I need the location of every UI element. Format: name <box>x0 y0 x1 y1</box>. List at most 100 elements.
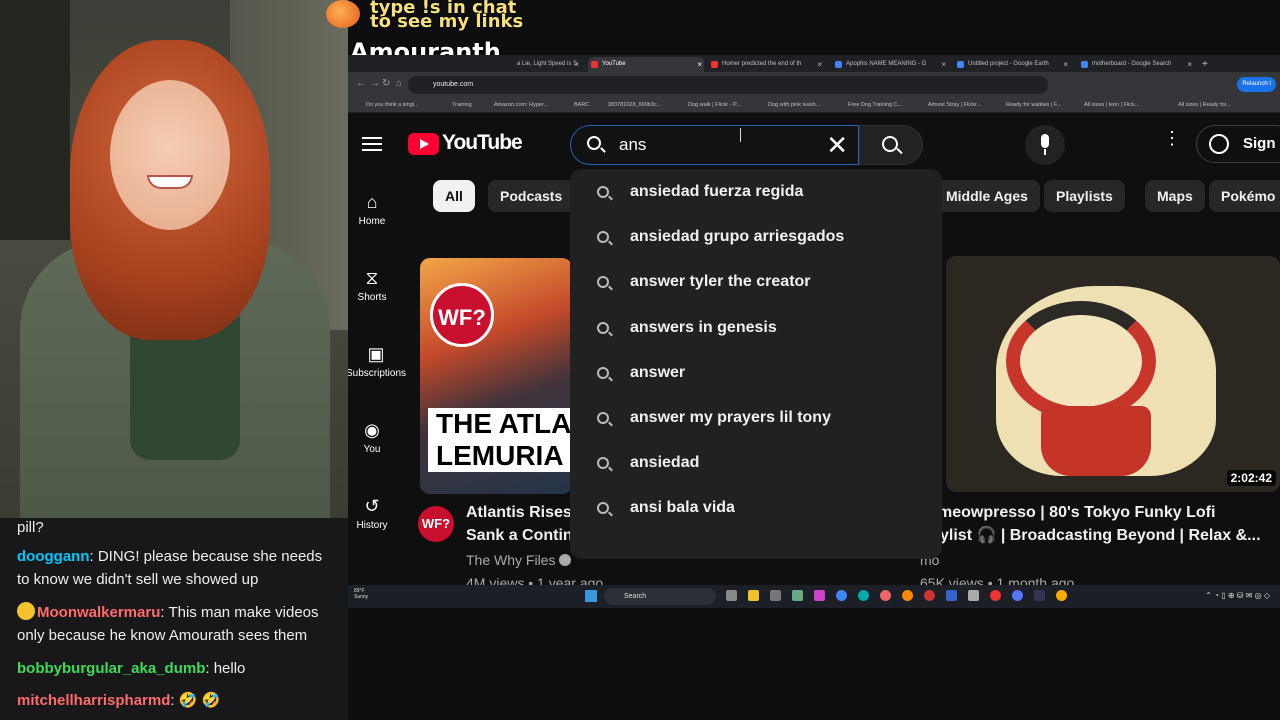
bookmark[interactable]: Almost Stray | Flickr... <box>928 98 990 113</box>
app-icon[interactable] <box>770 590 781 601</box>
file-explorer-icon[interactable] <box>748 590 759 601</box>
video-title[interactable]: meowpresso | 80's Tokyo Funky Lofi <box>938 501 1215 524</box>
forward-icon[interactable]: → <box>370 78 380 89</box>
video-title[interactable]: ylist 🎧 | Broadcasting Beyond | Relax &.… <box>940 524 1261 547</box>
search-icon <box>882 136 898 152</box>
app-icon[interactable] <box>990 590 1001 601</box>
close-tab-icon[interactable]: × <box>1187 57 1192 72</box>
app-icon[interactable] <box>814 590 825 601</box>
chat-username[interactable]: bobbyburgular_aka_dumb <box>17 660 205 677</box>
menu-icon[interactable] <box>362 137 382 151</box>
back-icon[interactable]: ← <box>356 78 366 89</box>
microphone-icon[interactable] <box>1025 125 1065 165</box>
search-input[interactable] <box>619 134 799 156</box>
suggestion-item[interactable]: ansiedad <box>570 446 942 491</box>
app-icon[interactable] <box>792 590 803 601</box>
chrome-active-icon[interactable] <box>1056 590 1067 601</box>
suggestion-item[interactable]: answer <box>570 356 942 401</box>
bookmark[interactable]: Training <box>452 98 478 113</box>
bookmark[interactable]: All sizes | Ready for... <box>1178 98 1240 113</box>
youtube-wordmark[interactable]: YouTube <box>442 131 523 155</box>
opera-icon[interactable] <box>924 590 935 601</box>
start-icon[interactable] <box>585 590 597 602</box>
edge-icon[interactable] <box>858 590 869 601</box>
reload-icon[interactable]: ↻ <box>382 78 390 89</box>
sidebar-item-history[interactable]: ↺ History <box>348 496 396 531</box>
relaunch-button[interactable]: Relaunch t <box>1237 77 1276 92</box>
close-tab-icon[interactable]: × <box>941 57 946 72</box>
app-icon[interactable] <box>1034 590 1045 601</box>
chat-message: Moonwalkermaru: This man make videos onl… <box>17 601 331 647</box>
chat-message: mitchellharrispharmd: 🤣 🤣 <box>17 689 331 712</box>
chat-username[interactable]: mitchellharrispharmd <box>17 692 170 709</box>
app-icon[interactable] <box>880 590 891 601</box>
chat-username[interactable]: dooggann <box>17 548 89 565</box>
sidebar-item-you[interactable]: ◉ You <box>348 420 396 455</box>
youtube-logo-icon[interactable] <box>408 133 439 155</box>
system-tray[interactable]: ⌃ ◔ ▯ ⊕ ⛁ ✉ ◎ ◇ <box>1205 591 1270 600</box>
video-title[interactable]: Sank a Contine <box>466 524 582 547</box>
close-tab-icon[interactable]: × <box>574 57 579 72</box>
suggestion-item[interactable]: ansiedad fuerza regida <box>570 175 942 220</box>
suggestion-item[interactable]: answer my prayers lil tony <box>570 401 942 446</box>
firefox-icon[interactable] <box>902 590 913 601</box>
chip-all[interactable]: All <box>433 180 475 212</box>
bookmark[interactable]: 383781028_669b3c... <box>608 98 670 113</box>
bookmark[interactable]: All sizes | leon | Flick... <box>1084 98 1146 113</box>
bookmark[interactable]: Ready for walkies | F... <box>1006 98 1068 113</box>
bookmark[interactable]: Free Dog Training C... <box>848 98 910 113</box>
bookmark[interactable]: Dog with pink leash... <box>768 98 830 113</box>
tab-google-earth[interactable]: Untitled project - Google Earth × <box>954 57 1070 72</box>
channel-avatar[interactable]: WF? <box>418 506 454 542</box>
tab-light-speed[interactable]: a Lie, Light Speed is S × <box>503 57 581 72</box>
chrome-icon[interactable] <box>836 590 847 601</box>
suggestion-item[interactable]: ansi bala vida <box>570 491 942 536</box>
close-tab-icon[interactable]: × <box>697 57 702 72</box>
sidebar-item-subscriptions[interactable]: ▣ Subscriptions <box>348 344 406 379</box>
sidebar-item-shorts[interactable]: ⧖ Shorts <box>348 268 396 303</box>
tab-youtube[interactable]: YouTube × <box>588 57 704 72</box>
chip-podcasts[interactable]: Podcasts <box>488 180 575 212</box>
chip-maps[interactable]: Maps <box>1145 180 1205 212</box>
search-icon <box>587 136 601 150</box>
weather-widget[interactable]: 89°F Sunny <box>354 588 368 600</box>
close-tab-icon[interactable]: × <box>1063 57 1068 72</box>
taskbar-search[interactable]: Search <box>604 588 716 605</box>
discord-icon[interactable] <box>1012 590 1023 601</box>
clear-search-icon[interactable]: ✕ <box>826 130 848 160</box>
home-icon[interactable]: ⌂ <box>396 78 402 89</box>
suggestion-text: ansiedad fuerza regida <box>630 183 804 200</box>
tab-homer[interactable]: Homer predicted the end of th × <box>708 57 824 72</box>
home-icon: ⌂ <box>366 192 378 212</box>
verified-icon <box>559 554 572 566</box>
task-view-icon[interactable] <box>726 590 737 601</box>
bookmark[interactable]: Dog walk | Flickr - P... <box>688 98 750 113</box>
chip-playlists[interactable]: Playlists <box>1044 180 1125 212</box>
video-thumbnail[interactable]: WF? THE ATLA LEMURIA <box>420 258 572 494</box>
bookmark[interactable]: Amazon.com: Hyper... <box>494 98 556 113</box>
address-bar[interactable]: youtube.com <box>408 76 1048 94</box>
tab-label: a Lie, Light Speed is S <box>517 61 578 67</box>
more-options-icon[interactable]: ⋮ <box>1163 129 1181 147</box>
sidebar-item-home[interactable]: ⌂ Home <box>348 192 396 227</box>
new-tab-button[interactable]: + <box>1198 57 1218 72</box>
close-tab-icon[interactable]: × <box>817 57 822 72</box>
search-box[interactable]: ✕ <box>570 125 859 165</box>
app-icon[interactable] <box>946 590 957 601</box>
video-thumbnail[interactable]: 2:02:42 <box>946 256 1280 492</box>
suggestion-item[interactable]: ansiedad grupo arriesgados <box>570 220 942 265</box>
channel-name[interactable]: The Why Files <box>466 552 572 568</box>
suggestion-item[interactable]: answers in genesis <box>570 311 942 356</box>
sign-in-button[interactable]: Sign in <box>1196 125 1280 163</box>
tab-apophis[interactable]: Apophis NAME MEANING - G × <box>832 57 948 72</box>
bookmark[interactable]: Do you think a singl... <box>366 98 436 113</box>
search-button[interactable] <box>859 125 923 165</box>
app-icon[interactable] <box>968 590 979 601</box>
suggestion-item[interactable]: answer tyler the creator <box>570 265 942 310</box>
chat-username[interactable]: Moonwalkermaru <box>37 604 160 621</box>
video-title[interactable]: Atlantis Rises, <box>466 501 576 524</box>
tab-motherboard[interactable]: motherboard - Google Search × <box>1078 57 1194 72</box>
chip-middle-ages[interactable]: Middle Ages <box>934 180 1040 212</box>
chip-pokemon[interactable]: Pokémo <box>1209 180 1280 212</box>
bookmark[interactable]: BARC <box>574 98 594 113</box>
